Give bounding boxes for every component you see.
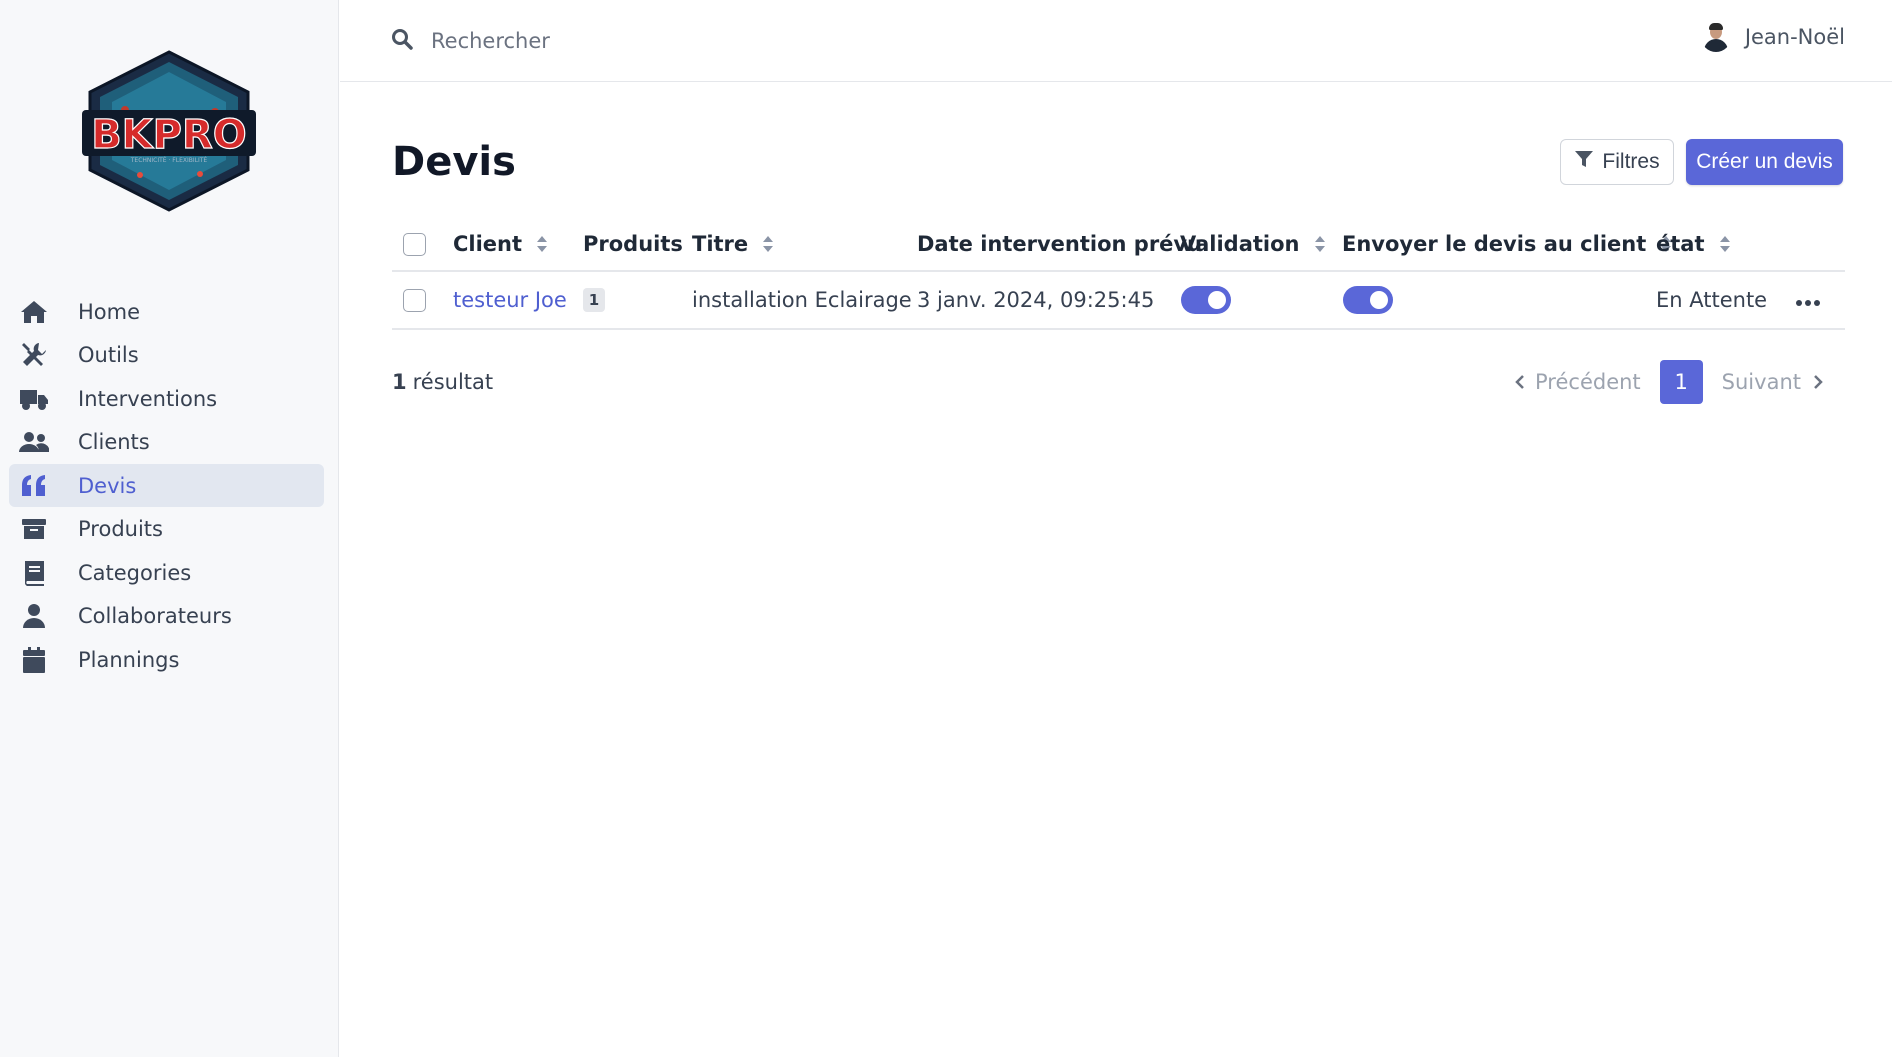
status-text: En Attente	[1656, 288, 1768, 312]
sidebar-item-produits[interactable]: Produits	[9, 508, 324, 551]
select-all-checkbox[interactable]	[403, 232, 426, 256]
column-client[interactable]: Client	[453, 218, 548, 270]
column-etat[interactable]: état	[1656, 218, 1731, 270]
sidebar-nav: Home Outils Interventions Clients Devis	[9, 290, 324, 682]
topbar: Jean-Noël	[340, 0, 1892, 82]
column-validation[interactable]: Validation	[1180, 218, 1326, 270]
sidebar-item-categories[interactable]: Categories	[9, 551, 324, 594]
book-icon	[19, 560, 49, 586]
client-link[interactable]: testeur Joe	[453, 288, 567, 312]
logo-tagline: TECHNICITÉ · FLEXIBILITÉ	[130, 156, 208, 164]
sidebar-item-home[interactable]: Home	[9, 290, 324, 333]
search-input[interactable]	[431, 28, 831, 53]
avatar	[1700, 22, 1731, 52]
row-checkbox[interactable]	[403, 288, 426, 312]
sidebar-item-label: Categories	[78, 560, 192, 585]
filters-button[interactable]: Filtres	[1560, 139, 1674, 185]
sidebar-item-label: Produits	[78, 517, 163, 541]
chevron-left-icon	[1515, 370, 1535, 394]
sidebar-item-label: Outils	[78, 343, 139, 367]
sidebar-item-outils[interactable]: Outils	[9, 334, 324, 377]
quote-title: installation Eclairage	[692, 288, 912, 312]
quote-icon	[19, 473, 49, 499]
sort-icon[interactable]	[762, 235, 774, 253]
sidebar-item-collaborateurs[interactable]: Collaborateurs	[9, 595, 324, 638]
page-number-button[interactable]: 1	[1659, 360, 1703, 404]
truck-icon	[19, 386, 49, 412]
archive-icon	[19, 516, 49, 542]
tools-icon	[19, 342, 49, 368]
more-actions-icon[interactable]	[1795, 288, 1821, 312]
sidebar-item-plannings[interactable]: Plannings	[9, 638, 324, 681]
sidebar-item-interventions[interactable]: Interventions	[9, 377, 324, 420]
products-count-badge: 1	[583, 288, 605, 312]
logo-wordmark: BKPRO	[91, 112, 247, 158]
sidebar-item-label: Clients	[78, 430, 150, 454]
search-icon	[391, 28, 431, 54]
sort-icon[interactable]	[1314, 235, 1326, 253]
sort-icon[interactable]	[536, 235, 548, 253]
sidebar-item-label: Devis	[78, 473, 137, 498]
table-header: Client Produits Titre Date intervention …	[392, 218, 1845, 272]
sidebar: BKPRO TECHNICITÉ · FLEXIBILITÉ Home Outi…	[0, 0, 339, 1057]
sidebar-item-clients[interactable]: Clients	[9, 421, 324, 464]
column-produits: Produits	[583, 232, 683, 256]
chevron-right-icon	[1801, 370, 1823, 394]
send-to-client-toggle[interactable]	[1343, 286, 1393, 314]
column-date: Date intervention prévu	[917, 232, 1203, 256]
search-bar	[391, 28, 831, 54]
validation-toggle[interactable]	[1181, 286, 1231, 314]
page-title: Devis	[392, 139, 516, 185]
user-name: Jean-Noël	[1744, 25, 1845, 49]
quotes-table: Client Produits Titre Date intervention …	[392, 218, 1845, 330]
company-logo[interactable]: BKPRO TECHNICITÉ · FLEXIBILITÉ	[80, 50, 258, 212]
intervention-date: 3 janv. 2024, 09:25:45	[917, 288, 1155, 312]
home-icon	[19, 299, 49, 325]
user-icon	[19, 603, 49, 629]
column-titre[interactable]: Titre	[692, 218, 774, 270]
sidebar-item-label: Interventions	[78, 386, 218, 411]
user-menu[interactable]: Jean-Noël	[1700, 22, 1845, 52]
sidebar-item-devis[interactable]: Devis	[9, 464, 324, 507]
sidebar-item-label: Plannings	[78, 647, 180, 672]
filters-label: Filtres	[1602, 150, 1660, 173]
result-count: 1 résultat	[392, 370, 494, 394]
calendar-icon	[19, 646, 49, 673]
next-page-button[interactable]: Suivant	[1722, 370, 1823, 394]
table-footer: 1 résultat Précédent 1 Suivant	[392, 360, 1845, 404]
users-icon	[19, 429, 49, 455]
table-row[interactable]: testeur Joe 1 installation Eclairage 3 j…	[392, 272, 1845, 330]
sidebar-item-label: Home	[78, 299, 141, 324]
pagination: Précédent 1 Suivant	[1515, 360, 1823, 404]
sidebar-item-label: Collaborateurs	[78, 604, 232, 628]
previous-page-button[interactable]: Précédent	[1515, 370, 1641, 394]
sort-icon[interactable]	[1719, 235, 1731, 253]
column-envoyer[interactable]: Envoyer le devis au client	[1342, 218, 1672, 270]
create-quote-button[interactable]: Créer un devis	[1686, 139, 1843, 185]
filter-icon	[1574, 149, 1602, 175]
